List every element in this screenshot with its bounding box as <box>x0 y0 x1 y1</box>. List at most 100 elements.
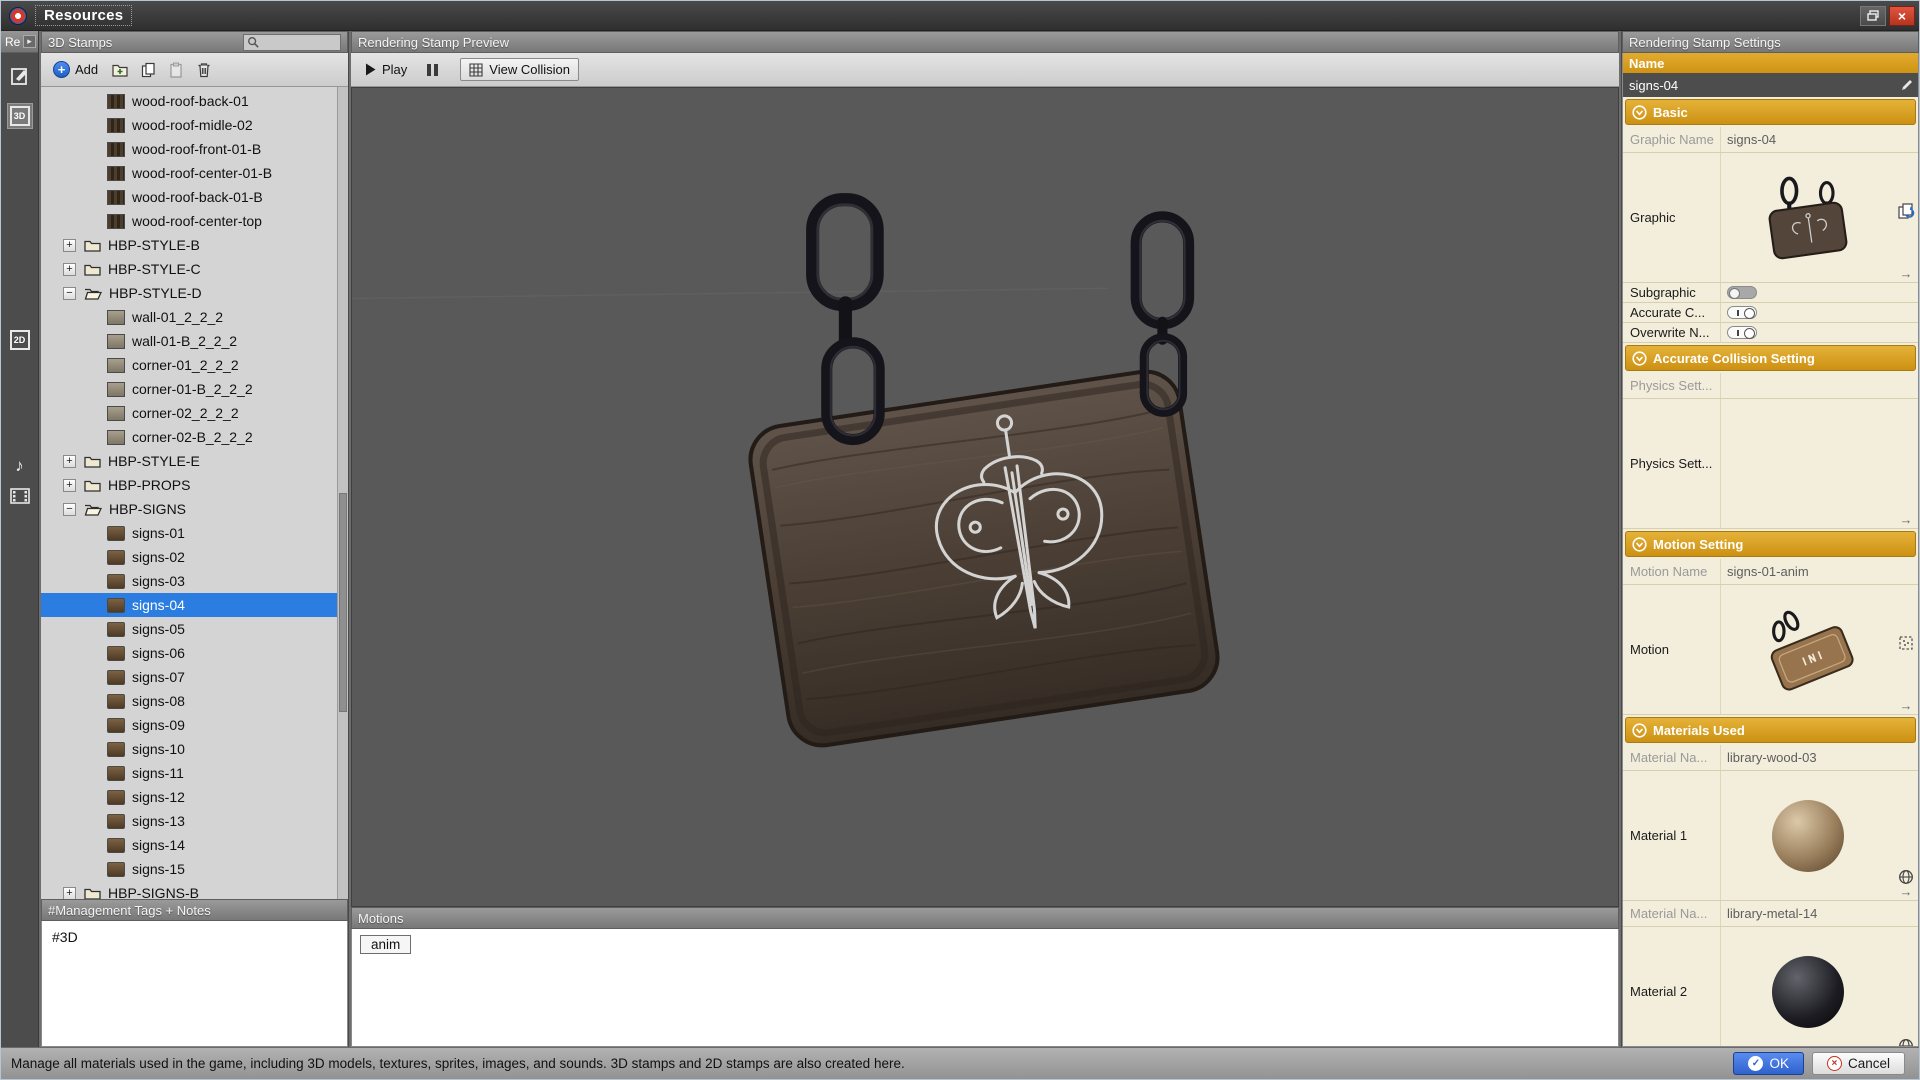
search-input[interactable] <box>259 36 337 48</box>
tree-item[interactable]: wall-01-B_2_2_2 <box>41 329 348 353</box>
material1-row[interactable]: Material 1 → <box>1623 771 1918 901</box>
graphic-thumbnail[interactable] <box>1721 153 1894 282</box>
expand-material1-arrow-icon[interactable]: → <box>1900 885 1913 898</box>
tree-expander-icon[interactable] <box>63 455 76 468</box>
pause-button[interactable] <box>419 61 446 79</box>
tree-scrollbar-thumb[interactable] <box>339 493 347 712</box>
material2-preview-sphere[interactable] <box>1772 956 1844 1028</box>
tree-expander-icon[interactable] <box>63 503 76 516</box>
tree-item[interactable]: wood-roof-back-01-B <box>41 185 348 209</box>
subgraphic-toggle[interactable] <box>1727 286 1757 299</box>
tree-item[interactable]: signs-08 <box>41 689 348 713</box>
materials-section-header[interactable]: Materials Used <box>1625 717 1916 743</box>
tree-item[interactable]: signs-07 <box>41 665 348 689</box>
tree-item[interactable]: signs-09 <box>41 713 348 737</box>
tree-item[interactable]: signs-03 <box>41 569 348 593</box>
edit-name-icon[interactable] <box>1900 78 1914 92</box>
2d-stamps-category-button[interactable]: 2D <box>7 327 33 353</box>
resources-collapsed-tab[interactable]: Re ▸ <box>1 31 38 53</box>
tree-item[interactable]: signs-13 <box>41 809 348 833</box>
tree-item[interactable]: wood-roof-midle-02 <box>41 113 348 137</box>
tree-expander-icon[interactable] <box>63 479 76 492</box>
ok-button[interactable]: ✓ OK <box>1733 1052 1804 1075</box>
replace-graphic-icon[interactable] <box>1897 202 1915 220</box>
sound-category-button[interactable]: ♪ <box>7 453 33 479</box>
add-folder-button[interactable] <box>108 58 132 82</box>
tree-item[interactable]: wood-roof-front-01-B <box>41 137 348 161</box>
tree-item[interactable]: wood-roof-center-01-B <box>41 161 348 185</box>
tags-notes-area[interactable]: #3D <box>41 921 348 1047</box>
physics-setting-value[interactable] <box>1721 399 1894 528</box>
tree-item[interactable]: HBP-PROPS <box>41 473 348 497</box>
overwrite-toggle[interactable] <box>1727 326 1757 339</box>
tree-item[interactable]: signs-15 <box>41 857 348 881</box>
motion-item[interactable]: anim <box>360 935 411 954</box>
title-bar[interactable]: Resources × <box>1 1 1919 31</box>
expand-panel-icon[interactable]: ▸ <box>23 35 36 48</box>
tree-item[interactable]: wood-roof-center-top <box>41 209 348 233</box>
expand-physics-arrow-icon[interactable]: → <box>1900 513 1913 526</box>
tree-item[interactable]: HBP-SIGNS-B <box>41 881 348 899</box>
accurate-collision-section-header[interactable]: Accurate Collision Setting <box>1625 345 1916 371</box>
memo-category-button[interactable] <box>7 63 33 89</box>
expand-graphic-arrow-icon[interactable]: → <box>1900 267 1913 280</box>
stamp-name-row[interactable]: signs-04 <box>1623 73 1918 97</box>
material2-globe-icon[interactable] <box>1898 1038 1914 1047</box>
tree-item[interactable]: corner-02_2_2_2 <box>41 401 348 425</box>
3d-stamps-category-button[interactable]: 3D <box>7 103 33 129</box>
tree-expander-icon[interactable] <box>63 887 76 900</box>
tree-expander-icon[interactable] <box>63 287 76 300</box>
motion-row[interactable]: Motion <box>1623 585 1918 715</box>
expand-motion-arrow-icon[interactable]: → <box>1900 699 1913 712</box>
motion-thumbnail[interactable] <box>1721 585 1894 714</box>
movie-category-button[interactable] <box>7 483 33 509</box>
tree-item[interactable]: signs-11 <box>41 761 348 785</box>
tree-item[interactable]: signs-02 <box>41 545 348 569</box>
tree-item[interactable]: corner-01_2_2_2 <box>41 353 348 377</box>
tree-expander-icon[interactable] <box>63 263 76 276</box>
stamp-thumbnail <box>107 718 125 733</box>
play-button[interactable]: Play <box>357 59 415 80</box>
tree-item[interactable]: signs-05 <box>41 617 348 641</box>
cancel-button[interactable]: × Cancel <box>1812 1052 1905 1075</box>
view-collision-button[interactable]: View Collision <box>460 58 579 81</box>
tree-item-label: HBP-PROPS <box>108 477 190 493</box>
delete-button[interactable] <box>192 58 216 82</box>
tree-item[interactable]: corner-01-B_2_2_2 <box>41 377 348 401</box>
restore-window-button[interactable] <box>1860 6 1886 26</box>
close-window-button[interactable]: × <box>1889 6 1915 26</box>
physics-setting-row[interactable]: Physics Sett... → <box>1623 399 1918 529</box>
tree-item[interactable]: HBP-STYLE-E <box>41 449 348 473</box>
tree-item[interactable]: signs-06 <box>41 641 348 665</box>
material1-globe-icon[interactable] <box>1898 869 1914 885</box>
tree-item[interactable]: signs-12 <box>41 785 348 809</box>
select-motion-icon[interactable] <box>1898 635 1914 651</box>
graphic-row[interactable]: Graphic <box>1623 153 1918 283</box>
material1-preview-sphere[interactable] <box>1772 800 1844 872</box>
basic-section-header[interactable]: Basic <box>1625 99 1916 125</box>
copy-button[interactable] <box>136 58 160 82</box>
tree-item[interactable]: signs-04 <box>41 593 348 617</box>
tree-item[interactable]: HBP-STYLE-D <box>41 281 348 305</box>
material2-name-row: Material Na... library-metal-14 <box>1623 901 1918 927</box>
accurate-collision-toggle[interactable] <box>1727 306 1757 319</box>
stamp-preview-canvas[interactable] <box>352 88 1618 906</box>
paste-button[interactable] <box>164 58 188 82</box>
tree-item[interactable]: signs-10 <box>41 737 348 761</box>
tree-item[interactable]: signs-01 <box>41 521 348 545</box>
stamp-search-box[interactable] <box>243 34 341 51</box>
add-stamp-button[interactable]: + Add <box>47 59 104 80</box>
tree-item[interactable]: HBP-SIGNS <box>41 497 348 521</box>
3d-preview-viewport[interactable] <box>351 87 1619 907</box>
tree-item[interactable]: HBP-STYLE-B <box>41 233 348 257</box>
stamp-tree[interactable]: wood-roof-back-01 wood-roof-midle-02 <box>41 87 348 899</box>
tree-item[interactable]: wood-roof-back-01 <box>41 89 348 113</box>
tree-item[interactable]: signs-14 <box>41 833 348 857</box>
tree-item[interactable]: HBP-STYLE-C <box>41 257 348 281</box>
tree-item[interactable]: wall-01_2_2_2 <box>41 305 348 329</box>
motion-section-header[interactable]: Motion Setting <box>1625 531 1916 557</box>
tree-scrollbar[interactable] <box>337 87 348 899</box>
material2-row[interactable]: Material 2 <box>1623 927 1918 1047</box>
tree-item[interactable]: corner-02-B_2_2_2 <box>41 425 348 449</box>
tree-expander-icon[interactable] <box>63 239 76 252</box>
